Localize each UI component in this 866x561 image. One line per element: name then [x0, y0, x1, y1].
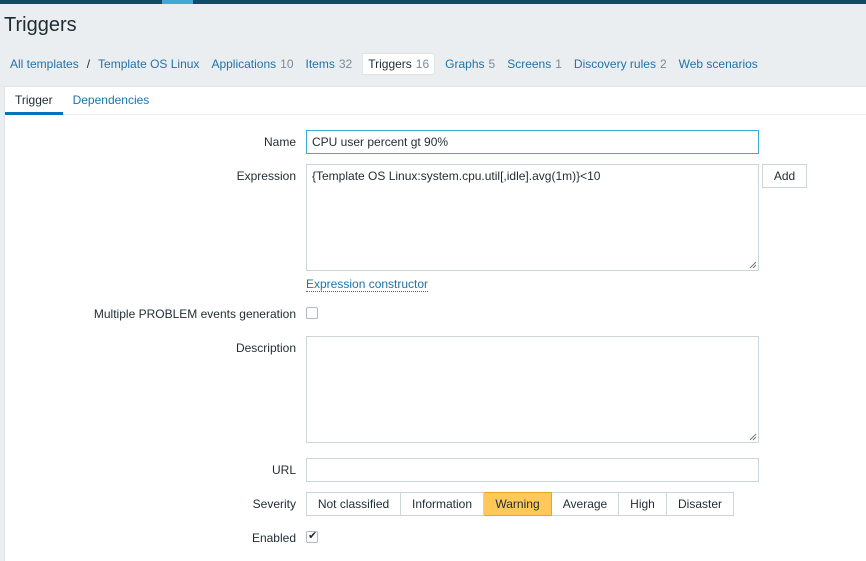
- breadcrumb-template[interactable]: Template OS Linux: [92, 52, 205, 76]
- breadcrumb-separator: /: [86, 57, 91, 71]
- resize-grip-icon[interactable]: [749, 261, 757, 269]
- nav-label: Screens: [507, 57, 552, 71]
- nav-items[interactable]: Items 32: [300, 52, 359, 76]
- tab-dependencies[interactable]: Dependencies: [63, 87, 160, 115]
- nav-label: Graphs: [445, 57, 485, 71]
- nav-label: Discovery rules: [573, 57, 656, 71]
- breadcrumb-all-templates[interactable]: All templates: [4, 52, 85, 76]
- trigger-form-panel: Trigger Dependencies: [4, 86, 866, 561]
- nav-label: Items: [305, 57, 335, 71]
- nav-web-scenarios[interactable]: Web scenarios: [673, 52, 764, 76]
- severity-information[interactable]: Information: [401, 492, 484, 516]
- severity-label: Severity: [252, 497, 296, 511]
- name-input[interactable]: CPU user percent gt 90%: [306, 130, 759, 154]
- breadcrumb: All templates / Template OS Linux Applic…: [4, 52, 764, 76]
- enabled-checkbox[interactable]: ✔: [306, 530, 318, 543]
- add-expression-button[interactable]: Add: [762, 164, 807, 188]
- nav-count: 10: [280, 57, 294, 71]
- nav-count: 32: [338, 57, 353, 71]
- nav-graphs[interactable]: Graphs 5: [439, 52, 501, 76]
- resize-grip-icon[interactable]: [749, 433, 757, 441]
- nav-label: Web scenarios: [678, 57, 758, 71]
- nav-label: Applications: [211, 57, 277, 71]
- url-input[interactable]: [306, 458, 759, 482]
- top-bar: [0, 0, 866, 4]
- severity-not-classified[interactable]: Not classified: [306, 492, 401, 516]
- nav-discovery-rules[interactable]: Discovery rules 2: [568, 52, 673, 76]
- page-title: Triggers: [4, 14, 77, 36]
- description-label: Description: [235, 341, 296, 355]
- nav-count: 16: [415, 57, 430, 71]
- enabled-label: Enabled: [251, 531, 296, 545]
- multiple-problem-checkbox[interactable]: [306, 307, 318, 319]
- tab-trigger[interactable]: Trigger: [5, 87, 63, 115]
- expression-label: Expression: [236, 169, 296, 183]
- nav-count: 5: [488, 57, 496, 71]
- nav-triggers[interactable]: Triggers 16: [362, 53, 436, 75]
- severity-disaster[interactable]: Disaster: [667, 492, 734, 516]
- nav-screens[interactable]: Screens 1: [501, 52, 568, 76]
- expression-constructor-link[interactable]: Expression constructor: [306, 277, 429, 292]
- severity-high[interactable]: High: [619, 492, 667, 516]
- expression-textarea[interactable]: {Template OS Linux:system.cpu.util[,idle…: [306, 164, 759, 271]
- nav-applications[interactable]: Applications 10: [205, 52, 299, 76]
- nav-count: 1: [555, 57, 562, 71]
- description-textarea[interactable]: [306, 336, 759, 443]
- name-label: Name: [263, 135, 296, 149]
- severity-warning[interactable]: Warning: [484, 492, 552, 516]
- severity-average[interactable]: Average: [552, 492, 619, 516]
- multiple-problem-label: Multiple PROBLEM events generation: [93, 307, 296, 321]
- form-tabs: Trigger Dependencies: [5, 87, 866, 115]
- nav-count: 2: [659, 57, 667, 71]
- nav-label: Triggers: [368, 57, 412, 71]
- url-label: URL: [271, 463, 296, 477]
- checkmark-icon: ✔: [308, 530, 318, 542]
- top-bar-active-indicator: [162, 0, 193, 4]
- expression-text: {Template OS Linux:system.cpu.util[,idle…: [312, 169, 601, 183]
- severity-selector: Not classified Information Warning Avera…: [306, 492, 734, 516]
